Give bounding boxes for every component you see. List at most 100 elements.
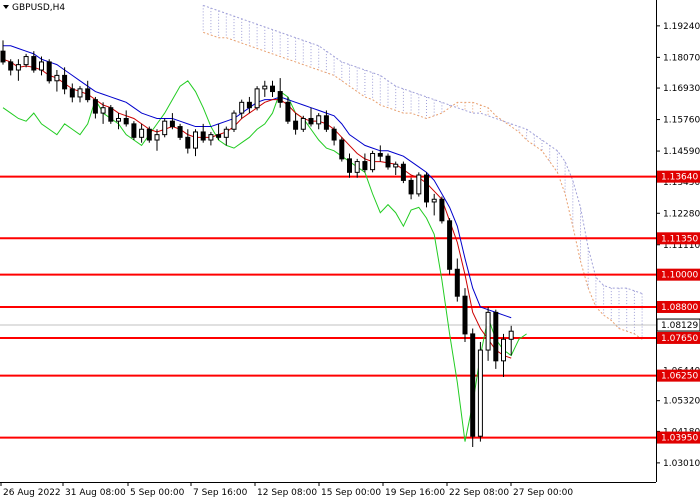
candle-body: [193, 131, 198, 149]
candlestick-chart: 1.192401.180701.169301.157601.145901.134…: [0, 0, 700, 500]
candle-body: [77, 88, 83, 98]
candle-body: [216, 134, 222, 138]
candle-body: [470, 333, 476, 437]
level-label: 1.13640: [657, 170, 700, 183]
candle: [385, 153, 391, 170]
level-label-text: 1.11350: [661, 234, 698, 244]
level-label: 1.10000: [657, 268, 700, 281]
candle: [231, 110, 237, 132]
candle-body: [146, 128, 152, 141]
level-label: 1.08800: [657, 300, 700, 313]
candle-body: [162, 120, 168, 136]
time-tick-label: 31 Aug 08:00: [65, 488, 126, 498]
candle: [146, 126, 152, 143]
level-label-text: 1.03950: [661, 434, 698, 444]
candle-body: [231, 112, 237, 130]
candle-body: [477, 349, 483, 437]
candle-body: [177, 126, 183, 138]
candle-body: [439, 198, 445, 222]
candle-body: [501, 338, 506, 362]
time-tick-label: 7 Sep 16:00: [193, 488, 248, 498]
current-price-label: 1.08129: [656, 318, 700, 332]
candle: [300, 115, 306, 132]
candle-body: [431, 198, 437, 203]
candle: [108, 105, 114, 124]
candle-body: [316, 115, 322, 125]
level-label: 1.03950: [657, 431, 700, 444]
price-tick-label: 1.19240: [663, 22, 700, 32]
candle-body: [416, 174, 422, 195]
candle-body: [285, 101, 291, 122]
candle: [370, 150, 376, 173]
candle-body: [0, 50, 6, 63]
level-label-text: 1.10000: [661, 271, 698, 281]
candle: [131, 121, 137, 141]
candle-body: [400, 163, 406, 181]
candle-body: [169, 120, 175, 128]
candle-body: [493, 311, 499, 362]
candle-body: [408, 179, 414, 195]
level-label-text: 1.06250: [661, 372, 698, 382]
candle: [254, 86, 260, 111]
candle-body: [262, 85, 268, 90]
time-tick-label: 19 Sep 16:00: [385, 488, 445, 498]
candle-body: [508, 330, 514, 340]
candle-body: [485, 311, 491, 351]
level-label-text: 1.13640: [661, 173, 698, 183]
candle-body: [46, 61, 52, 82]
candle: [439, 196, 445, 224]
level-label: 1.11350: [657, 232, 700, 245]
candle: [424, 172, 429, 208]
time-tick-label: 26 Aug 2022: [3, 488, 61, 498]
candle-body: [108, 107, 114, 122]
candle: [177, 123, 183, 141]
candle-body: [254, 88, 260, 109]
candle: [447, 218, 453, 275]
candle-body: [385, 155, 391, 168]
level-label-text: 1.07650: [661, 334, 698, 344]
candle-body: [223, 128, 229, 138]
candle-body: [377, 152, 383, 157]
candle: [339, 137, 345, 162]
candle-body: [300, 117, 306, 130]
time-tick-label: 12 Sep 08:00: [257, 488, 317, 498]
candle-body: [354, 161, 360, 173]
price-tick-label: 1.03010: [663, 459, 700, 469]
candle: [493, 309, 499, 369]
candle-body: [8, 61, 14, 71]
candle: [470, 328, 476, 447]
candle-body: [31, 56, 37, 71]
candle-body: [308, 117, 314, 125]
candle-body: [54, 74, 60, 82]
price-tick-label: 1.05320: [663, 397, 700, 407]
candle-body: [347, 158, 352, 173]
candle-body: [185, 136, 191, 149]
candle-body: [116, 117, 121, 122]
candle-body: [139, 128, 145, 138]
candle-body: [92, 99, 98, 114]
candle-body: [362, 161, 368, 171]
time-tick-label: 15 Sep 00:00: [321, 488, 381, 498]
candle: [400, 161, 406, 184]
candle-body: [131, 123, 137, 138]
candle-body: [123, 117, 129, 125]
price-tick-label: 1.14590: [663, 147, 700, 157]
candle: [162, 118, 168, 138]
price-tick-label: 1.16930: [663, 84, 700, 94]
price-tick-label: 1.12280: [663, 209, 700, 219]
candle-body: [293, 120, 299, 130]
candle-body: [246, 101, 252, 109]
candle-body: [62, 74, 68, 90]
candle-body: [339, 139, 345, 160]
candle-body: [323, 115, 329, 130]
candle-body: [331, 128, 337, 141]
time-tick-label: 5 Sep 00:00: [130, 488, 185, 498]
candle: [416, 172, 422, 197]
candle-body: [270, 85, 275, 93]
candle-body: [277, 91, 283, 103]
candle-body: [454, 268, 460, 297]
level-label: 1.07650: [657, 331, 700, 344]
candle-body: [15, 64, 21, 71]
candle-body: [370, 152, 376, 171]
level-label: 1.06250: [657, 369, 700, 382]
